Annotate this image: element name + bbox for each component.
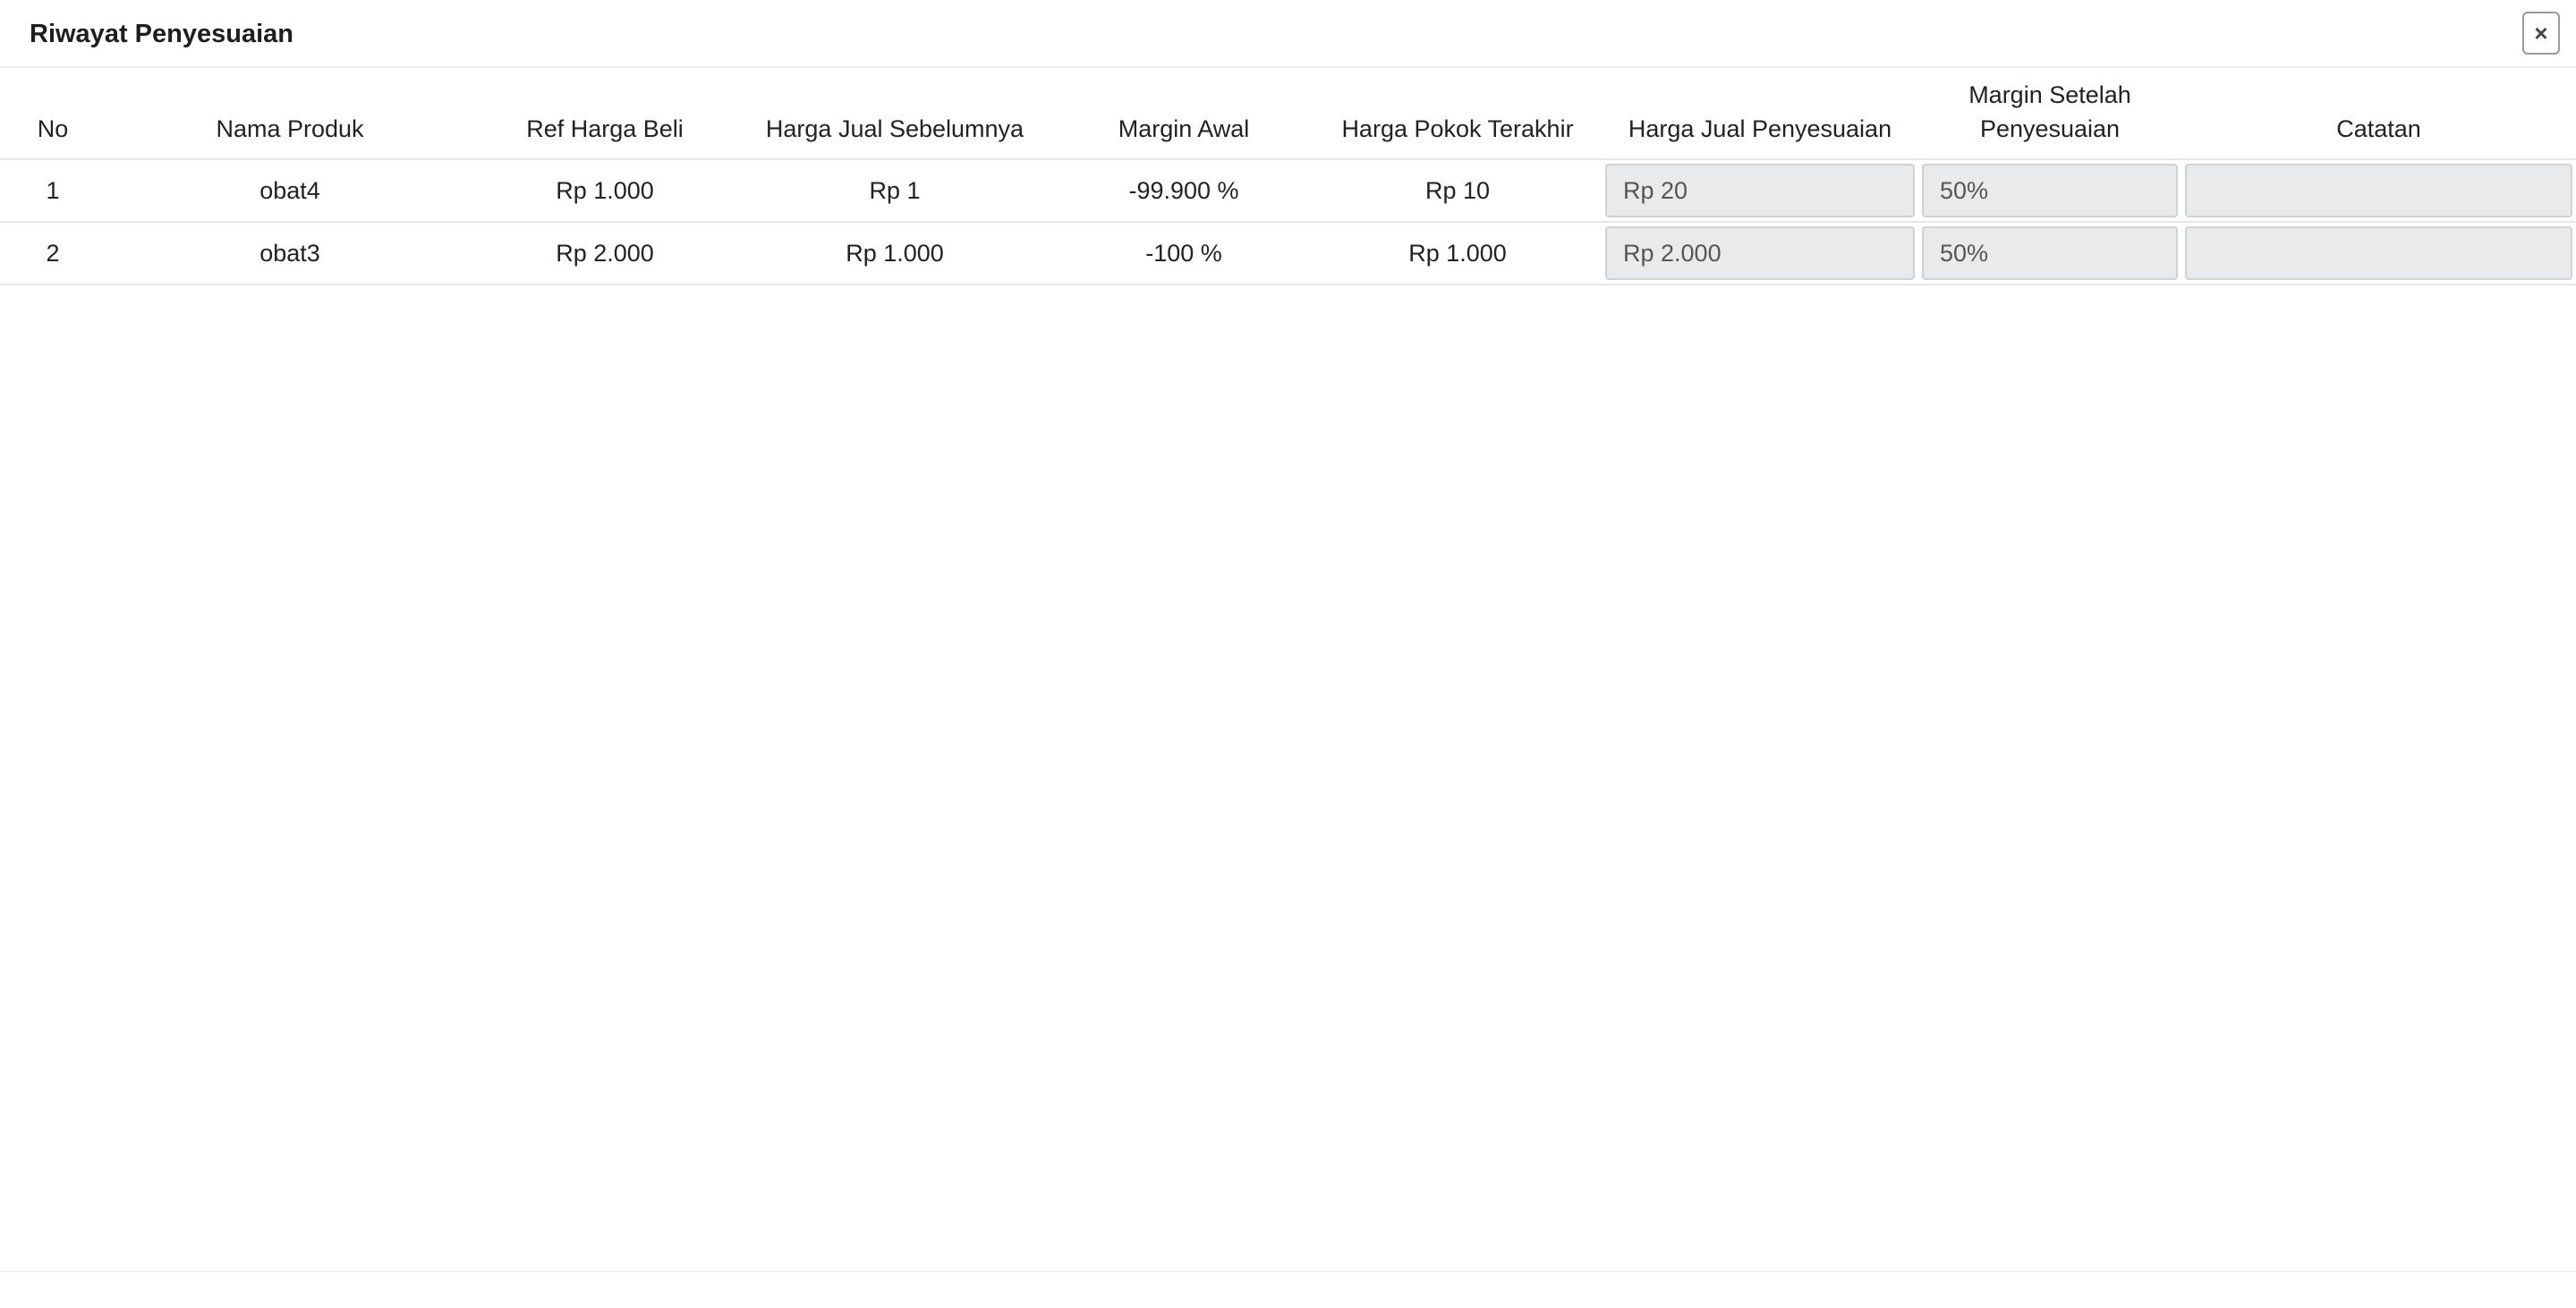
notes-input[interactable]	[2185, 226, 2572, 280]
cell-adjusted-sell-price	[1602, 222, 1918, 285]
header-no: No	[0, 68, 106, 160]
modal-footer-divider	[0, 1270, 2576, 1272]
cell-ref-buy-price: Rp 2.000	[474, 222, 735, 285]
header-product-name: Nama Produk	[106, 68, 474, 160]
modal-title: Riwayat Penyesuaian	[30, 20, 293, 48]
adjusted-sell-price-input[interactable]	[1605, 226, 1915, 280]
cell-last-cost-price: Rp 1.000	[1314, 222, 1602, 285]
header-margin-after-line2: Penyesuaian	[1979, 115, 2121, 142]
adjustment-history-modal: Riwayat Penyesuaian × No Nama Produk Ref…	[0, 0, 2576, 1308]
table-row: 2 obat3 Rp 2.000 Rp 1.000 -100 % Rp 1.00…	[0, 222, 2576, 285]
cell-no: 2	[0, 222, 106, 285]
cell-no: 1	[0, 159, 106, 223]
header-notes: Catatan	[2181, 68, 2576, 160]
margin-after-input[interactable]	[1922, 226, 2178, 280]
close-icon: ×	[2534, 19, 2548, 47]
cell-margin-after	[1918, 159, 2181, 223]
modal-header: Riwayat Penyesuaian ×	[0, 0, 2576, 68]
cell-prev-sell-price: Rp 1.000	[735, 222, 1054, 285]
adjusted-sell-price-input[interactable]	[1605, 164, 1915, 217]
cell-adjusted-sell-price	[1602, 159, 1918, 223]
notes-input[interactable]	[2185, 164, 2572, 217]
header-margin-after-adjustment: Margin Setelah Penyesuaian	[1918, 68, 2181, 160]
header-prev-sell-price: Harga Jual Sebelumnya	[735, 68, 1054, 160]
header-last-cost-price: Harga Pokok Terakhir	[1314, 68, 1602, 160]
cell-ref-buy-price: Rp 1.000	[474, 159, 735, 223]
header-margin-after-line1: Margin Setelah	[1968, 81, 2131, 108]
header-initial-margin: Margin Awal	[1054, 68, 1314, 160]
cell-prev-sell-price: Rp 1	[735, 159, 1054, 223]
cell-last-cost-price: Rp 10	[1314, 159, 1602, 223]
cell-product-name: obat4	[106, 159, 474, 223]
cell-initial-margin: -99.900 %	[1054, 159, 1314, 223]
table-row: 1 obat4 Rp 1.000 Rp 1 -99.900 % Rp 10	[0, 159, 2576, 223]
cell-product-name: obat3	[106, 222, 474, 285]
margin-after-input[interactable]	[1922, 164, 2178, 217]
header-adjusted-sell-price: Harga Jual Penyesuaian	[1602, 68, 1918, 160]
cell-margin-after	[1918, 222, 2181, 285]
cell-notes	[2181, 222, 2576, 285]
cell-notes	[2181, 159, 2576, 223]
header-ref-buy-price: Ref Harga Beli	[474, 68, 735, 160]
cell-initial-margin: -100 %	[1054, 222, 1314, 285]
table-header-row: No Nama Produk Ref Harga Beli Harga Jual…	[0, 68, 2576, 160]
close-button[interactable]: ×	[2522, 12, 2560, 55]
adjustment-history-table: No Nama Produk Ref Harga Beli Harga Jual…	[0, 68, 2576, 285]
